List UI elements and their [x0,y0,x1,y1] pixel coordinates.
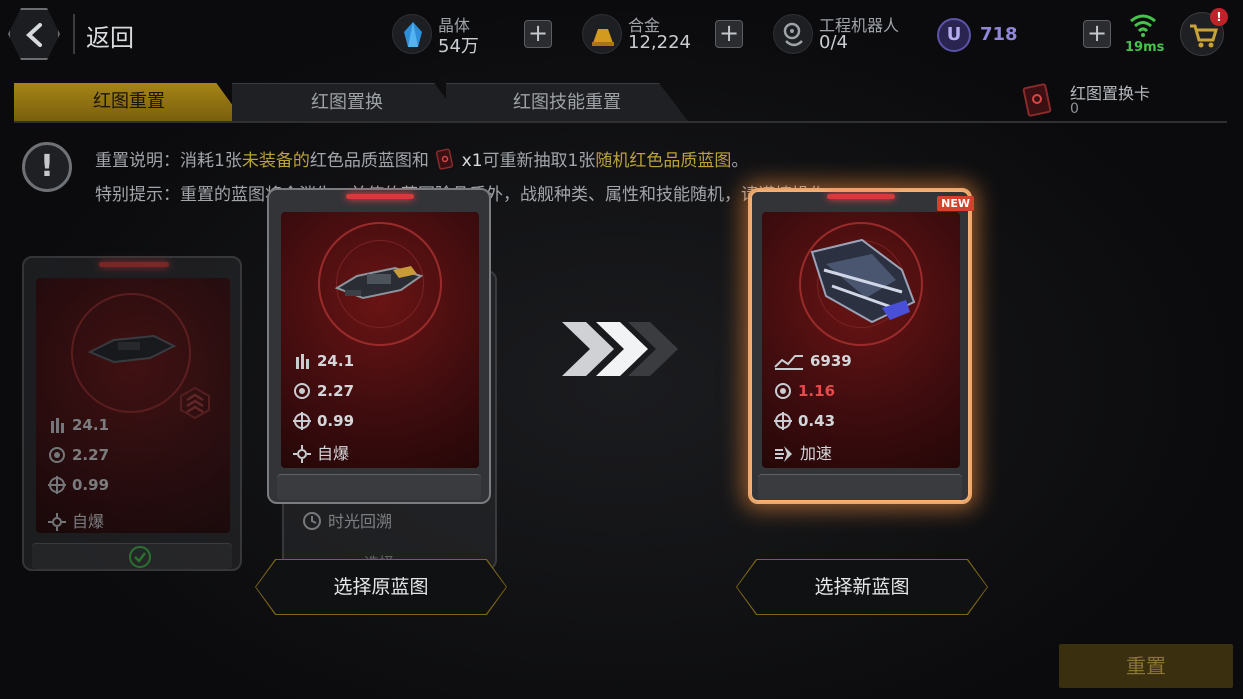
u-currency-icon: U [937,18,971,52]
card-face: 24.1 2.27 0.99 自爆 [281,212,479,468]
skill-name: 自爆 [317,444,350,463]
stat-value: 24.1 [317,352,355,370]
stat-skill: 自爆 [48,508,104,532]
stat-value: 0.99 [317,412,355,430]
desc-text: 红色品质蓝图和 [309,151,429,171]
desc-highlight-random-red: 随机红色品质蓝图 [595,151,732,171]
stat-firepower: 24.1 [48,416,109,434]
speed-boost-icon [775,446,792,462]
stat-value: 0.43 [798,412,836,430]
crystal-icon [392,14,432,54]
divider [73,14,75,54]
stat-skill: 时光回溯 [302,508,392,532]
tab-red-blueprint-skill-reset[interactable]: 红图技能重置 [446,83,688,121]
skill-name: 自爆 [72,512,105,531]
crosshair-icon [48,476,66,494]
ammo-icon [296,354,309,369]
stat-value: 1.16 [798,382,836,400]
rewind-icon [303,512,321,530]
resource-value: 54万 [438,36,479,57]
stat-value: 24.1 [72,416,110,434]
select-new-button[interactable]: 选择新蓝图 [737,560,987,614]
stat-power: 6939 [774,352,852,370]
swap-card-label: 红图置换卡 [1070,84,1151,103]
warship-icon [87,334,177,364]
stat-rate: 2.27 [293,382,354,400]
stat-accuracy: 0.99 [293,412,354,430]
skill-name: 加速 [800,444,833,463]
rank-chevron-icon [180,386,210,420]
resource-alloy: 合金 12,224 [582,10,702,60]
blueprint-card-new[interactable]: NEW 6939 1.16 0.43 加速 [748,188,974,504]
checkmark-icon [129,546,151,568]
blueprint-card-original[interactable]: 24.1 2.27 0.99 自爆 [267,188,491,504]
reset-description: 重置说明：消耗1张未装备的红色品质蓝图和 x1可重新抽取1张随机红色品质蓝图。 [95,146,748,171]
resource-crystal: 晶体 54万 [392,10,492,60]
notification-badge: ! [1210,8,1228,26]
ammo-icon [51,418,64,433]
skill-name: 时光回溯 [328,512,393,531]
stat-value: 2.27 [317,382,355,400]
stat-firepower: 24.1 [293,352,354,370]
robot-icon [773,14,813,54]
new-badge: NEW [937,196,974,211]
stat-value: 6939 [810,352,852,370]
card-top-light [346,194,414,199]
desc-text: 重置说明：消耗1张 [95,151,242,171]
card-face: 24.1 2.27 0.99 自爆 [36,278,230,533]
add-crystal-button[interactable]: + [524,20,552,48]
crosshair-icon [293,412,311,430]
stat-rate: 2.27 [48,446,109,464]
u-currency-value: 718 [980,24,1018,45]
stat-rate: 1.16 [774,382,835,400]
burst-icon [48,513,66,531]
resource-value: 0/4 [819,32,848,53]
alloy-icon [582,14,622,54]
warship-icon [334,266,424,300]
stat-value: 0.99 [72,476,110,494]
chevron-left-icon [26,23,42,47]
swap-card-count: 0 [1070,101,1079,117]
crosshair-icon [774,412,792,430]
blueprint-card-owned[interactable]: 24.1 2.27 0.99 自爆 [22,256,242,571]
stat-accuracy: 0.43 [774,412,835,430]
gear-icon [775,383,791,399]
swap-card-icon [1022,83,1052,117]
tab-red-blueprint-swap[interactable]: 红图置换 [232,83,462,121]
chevrons-right-icon [562,322,678,376]
warship-icon [810,238,916,324]
ping-readout: 19ms [1125,40,1165,55]
exclamation-icon: ! [22,142,72,192]
stat-value: 2.27 [72,446,110,464]
tab-red-blueprint-reset[interactable]: 红图重置 [14,83,244,121]
stat-skill: 自爆 [293,440,349,464]
gear-icon [294,383,310,399]
desc-text: 。 [731,151,749,171]
reset-button[interactable]: 重置 [1059,644,1233,688]
resource-value: 12,224 [628,32,691,53]
burst-icon [293,445,311,463]
card-top-light [99,262,169,267]
back-label[interactable]: 返回 [86,18,134,53]
gear-icon [49,447,65,463]
card-footer [758,474,962,500]
card-face: 6939 1.16 0.43 加速 [762,212,960,468]
resource-robot: 工程机器人 0/4 [773,10,923,60]
select-original-button[interactable]: 选择原蓝图 [256,560,506,614]
swap-card-mini-icon [436,148,454,170]
top-bar: 返回 晶体 54万 + 合金 12,224 + 工程机器人 0/4 U 718 … [0,0,1243,70]
power-bars-icon [774,355,803,370]
card-footer [32,543,232,569]
desc-count: x1 [461,151,483,171]
desc-highlight-unequipped: 未装备的 [241,151,310,171]
stat-accuracy: 0.99 [48,476,109,494]
card-footer [277,474,481,500]
add-u-currency-button[interactable]: + [1083,20,1111,48]
desc-text: 可重新抽取1张 [482,151,596,171]
back-button[interactable] [8,8,60,60]
wifi-icon [1130,14,1156,37]
card-top-light [827,194,895,199]
stat-skill: 加速 [774,440,832,464]
add-alloy-button[interactable]: + [715,20,743,48]
